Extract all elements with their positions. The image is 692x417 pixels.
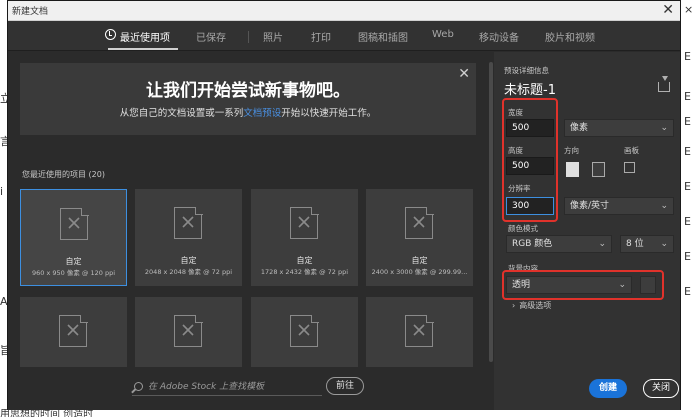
banner-sub-text: 开始以快速开始工作。 xyxy=(281,108,377,119)
preset-name: 自定 xyxy=(411,256,428,265)
color-mode-label: 颜色模式 xyxy=(508,224,538,233)
chevron-down-icon: ⌄ xyxy=(660,201,668,211)
welcome-banner: 让我们开始尝试新事物吧。 从您自己的文档设置或一系列文档预设开始以快速开始工作。… xyxy=(20,63,476,135)
document-name[interactable]: 未标题-1 xyxy=(504,79,556,98)
advanced-options-label: 高级选项 xyxy=(519,301,552,310)
brush-icon xyxy=(413,324,425,336)
presets-panel: 让我们开始尝试新事物吧。 从您自己的文档设置或一系列文档预设开始以快速开始工作。… xyxy=(8,52,488,410)
highlight-box-background xyxy=(502,270,664,300)
width-unit-value: 像素 xyxy=(570,123,589,133)
preset-name: 自定 xyxy=(65,257,82,266)
width-unit-select[interactable]: 像素 ⌄ xyxy=(564,119,674,137)
resolution-unit-value: 像素/英寸 xyxy=(570,201,610,211)
artboard-checkbox[interactable] xyxy=(624,162,635,173)
chevron-down-icon: ⌄ xyxy=(660,123,668,133)
tab-mobile[interactable]: 移动设备 xyxy=(479,29,519,44)
brush-icon xyxy=(182,216,194,228)
preset-dimensions: 2048 x 2048 像素 @ 72 ppi xyxy=(144,268,233,276)
banner-headline: 让我们开始尝试新事物吧。 xyxy=(146,81,350,101)
bit-depth-select[interactable]: 8 位 ⌄ xyxy=(620,235,674,253)
category-tabs: 最近使用项 已保存 照片 打印 图稿和插图 Web 移动设备 胶片和视频 xyxy=(8,21,680,51)
preset-name: 自定 xyxy=(296,256,313,265)
clock-icon xyxy=(105,29,116,40)
recent-preset-thumbnail[interactable]: 自定 960 x 950 像素 @ 120 ppi xyxy=(20,189,127,286)
recent-preset-thumbnail[interactable]: 自定 1728 x 2432 像素 @ 72 ppi xyxy=(251,189,358,286)
window-title: 新建文档 xyxy=(12,7,49,17)
brush-icon xyxy=(68,217,80,229)
bg-text: × xyxy=(684,3,692,16)
chevron-right-icon: › xyxy=(512,301,516,310)
tab-saved[interactable]: 已保存 xyxy=(196,29,226,44)
preset-dimensions: 960 x 950 像素 @ 120 ppi xyxy=(31,269,116,277)
active-tab-indicator xyxy=(108,48,178,50)
recent-items-label: 您最近使用的项目 (20) xyxy=(22,170,105,179)
tab-film-video[interactable]: 胶片和视频 xyxy=(545,29,595,44)
resolution-unit-select[interactable]: 像素/英寸 ⌄ xyxy=(564,197,674,215)
preset-details-panel: 预设详细信息 未标题-1 宽度 500 像素 ⌄ 高度 500 方向 画板 分辨率… xyxy=(494,52,680,410)
banner-close-icon[interactable]: ✕ xyxy=(458,66,470,82)
bg-text: E xyxy=(684,90,691,103)
highlight-box-dimensions xyxy=(502,98,558,222)
go-button[interactable]: 前往 xyxy=(326,377,364,395)
bg-text: E xyxy=(684,285,691,298)
search-underline xyxy=(132,395,322,396)
artboard-label: 画板 xyxy=(624,146,639,155)
stock-search-input[interactable]: 在 Adobe Stock 上查找模板 xyxy=(148,379,264,392)
chevron-down-icon: ⌄ xyxy=(660,239,668,249)
tab-art-illustration[interactable]: 图稿和插图 xyxy=(358,29,408,44)
tab-divider xyxy=(248,31,249,43)
brush-icon xyxy=(298,324,310,336)
banner-subtext: 从您自己的文档设置或一系列文档预设开始以快速开始工作。 xyxy=(20,105,476,119)
landscape-orientation-icon[interactable] xyxy=(592,162,605,177)
recent-preset-thumbnail[interactable] xyxy=(20,297,127,367)
new-document-dialog: 新建文档 ✕ 最近使用项 已保存 照片 打印 图稿和插图 Web 移动设备 胶片… xyxy=(7,0,681,410)
save-preset-icon[interactable] xyxy=(658,76,670,92)
recent-preset-thumbnail[interactable] xyxy=(366,297,473,367)
bg-text: E xyxy=(684,215,691,228)
bg-text: E xyxy=(684,115,691,128)
color-mode-select[interactable]: RGB 颜色 ⌄ xyxy=(506,235,612,253)
recent-preset-thumbnail[interactable]: 自定 2048 x 2048 像素 @ 72 ppi xyxy=(135,189,242,286)
window-close-icon[interactable]: ✕ xyxy=(662,2,674,18)
document-presets-link[interactable]: 文档预设 xyxy=(243,108,281,119)
orientation-label: 方向 xyxy=(564,146,579,155)
create-button[interactable]: 创建 xyxy=(589,379,627,398)
scrollbar-thumb[interactable] xyxy=(489,62,493,362)
bg-text: E xyxy=(684,180,691,193)
close-button[interactable]: 关闭 xyxy=(643,379,679,398)
banner-sub-text: 从您自己的文档设置或一系列 xyxy=(119,108,244,119)
bg-text: E xyxy=(684,145,691,158)
tab-web[interactable]: Web xyxy=(432,29,454,40)
tab-photo[interactable]: 照片 xyxy=(263,29,283,44)
tab-print[interactable]: 打印 xyxy=(311,29,331,44)
brush-icon xyxy=(67,324,79,336)
preset-details-label: 预设详细信息 xyxy=(504,66,549,75)
preset-name: 自定 xyxy=(180,256,197,265)
recent-preset-thumbnail[interactable]: 自定 2400 x 3000 像素 @ 299.99... xyxy=(366,189,473,286)
search-icon xyxy=(134,382,143,391)
brush-icon xyxy=(182,324,194,336)
bg-text: E xyxy=(684,50,691,63)
advanced-options-toggle[interactable]: › 高级选项 xyxy=(512,300,551,311)
bg-text: E xyxy=(684,250,691,263)
chevron-down-icon: ⌄ xyxy=(598,239,606,249)
title-bar: 新建文档 ✕ xyxy=(8,1,680,21)
brush-icon xyxy=(298,216,310,228)
bit-depth-value: 8 位 xyxy=(626,239,644,249)
color-mode-value: RGB 颜色 xyxy=(512,239,553,249)
preset-dimensions: 1728 x 2432 像素 @ 72 ppi xyxy=(260,268,349,276)
tab-recent[interactable]: 最近使用项 xyxy=(120,29,170,44)
recent-preset-thumbnail[interactable] xyxy=(251,297,358,367)
preset-dimensions: 2400 x 3000 像素 @ 299.99... xyxy=(371,268,468,276)
portrait-orientation-icon[interactable] xyxy=(566,162,579,177)
brush-icon xyxy=(413,216,425,228)
stock-search-bar: 在 Adobe Stock 上查找模板 前往 xyxy=(8,375,488,401)
recent-preset-thumbnail[interactable] xyxy=(135,297,242,367)
